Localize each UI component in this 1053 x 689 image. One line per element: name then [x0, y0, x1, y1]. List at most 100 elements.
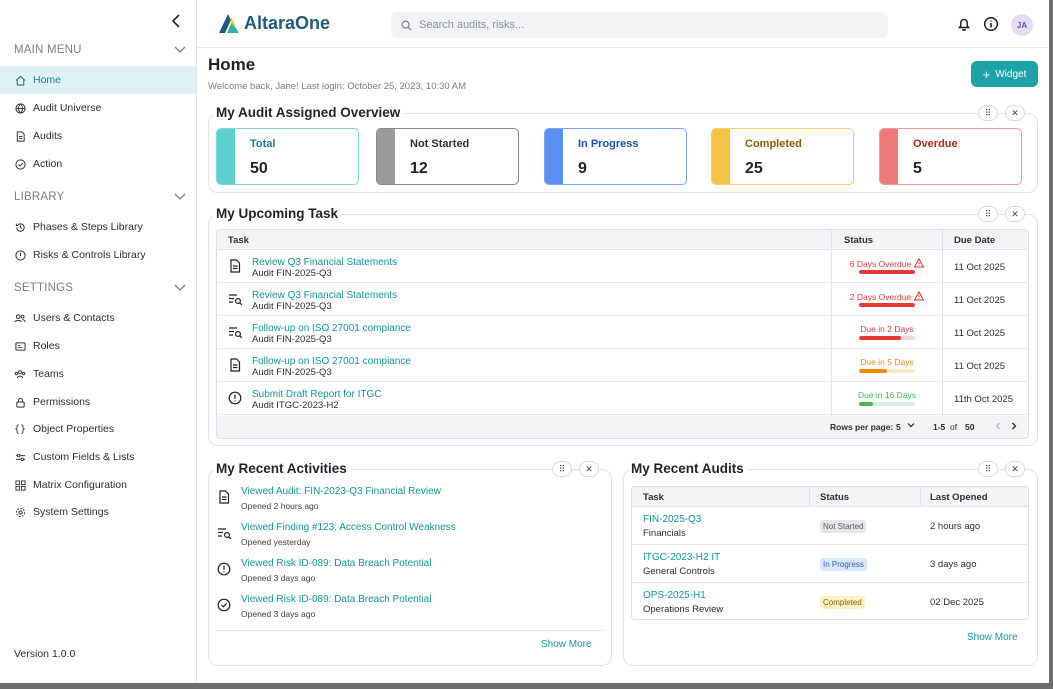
audit-code-link[interactable]: FIN-2025-Q3 — [643, 514, 701, 525]
activity-item[interactable]: Viewed Risk ID-089: Data Breach Potentia… — [216, 557, 604, 589]
activity-link[interactable]: Viewed Finding #123: Access Control Weak… — [241, 522, 456, 533]
user-avatar[interactable]: JA — [1011, 14, 1033, 36]
search-icon — [401, 20, 412, 31]
drag-handle-icon[interactable]: ⠿ — [978, 461, 998, 477]
brand-name: AltaraOne — [244, 12, 331, 33]
chevron-down-icon — [174, 46, 186, 53]
close-widget-icon[interactable]: ✕ — [1005, 105, 1025, 121]
next-page-icon[interactable] — [1009, 421, 1019, 433]
collapse-sidebar-icon[interactable] — [168, 12, 186, 30]
page-total: 50 — [965, 422, 975, 432]
task-link[interactable]: Submit Draft Report for ITGC — [252, 389, 381, 400]
search-bar[interactable] — [391, 12, 888, 38]
last-opened: 02 Dec 2025 — [930, 597, 984, 608]
brand-logo[interactable]: AltaraOne — [217, 12, 330, 34]
stat-card-accent — [217, 129, 235, 184]
stat-card-total[interactable]: Total 50 — [216, 128, 359, 185]
upcoming-task-title: My Upcoming Task — [213, 206, 342, 221]
sidebar-item-phases-steps[interactable]: Phases & Steps Library — [0, 213, 196, 241]
history-icon — [14, 221, 26, 233]
audit-code-link[interactable]: OPS-2025-H1 — [643, 590, 706, 601]
task-link[interactable]: Follow-up on ISO 27001 compiance — [252, 356, 411, 367]
gear-icon — [14, 506, 26, 518]
sidebar-item-permissions[interactable]: Permissions — [0, 388, 196, 416]
section-main-menu[interactable]: MAIN MENU — [14, 41, 186, 59]
task-link[interactable]: Review Q3 Financial Statements — [252, 257, 397, 268]
warning-icon — [913, 257, 925, 270]
task-link[interactable]: Review Q3 Financial Statements — [252, 290, 397, 301]
sidebar-item-label: Users & Contacts — [33, 312, 115, 324]
task-link[interactable]: Follow-up on ISO 27001 compiance — [252, 323, 411, 334]
activity-item[interactable]: Viewed Risk ID-089: Data Breach Potentia… — [216, 593, 604, 625]
sidebar-item-matrix-configuration[interactable]: Matrix Configuration — [0, 471, 196, 499]
home-icon — [14, 74, 26, 86]
notification-bell-icon[interactable] — [956, 16, 972, 32]
activity-item[interactable]: Viewed Finding #123: Access Control Weak… — [216, 521, 604, 553]
sidebar-item-object-properties[interactable]: {} Object Properties — [0, 415, 196, 443]
drag-handle-icon[interactable]: ⠿ — [552, 461, 572, 477]
prev-page-icon[interactable] — [993, 421, 1003, 433]
table-row: FIN-2025-Q3 Financials Not Started 2 hours … — [632, 507, 1028, 545]
sidebar-item-label: Object Properties — [33, 423, 115, 435]
activity-link[interactable]: Viewed Audit: FIN-2023-Q3 Financial Revi… — [241, 486, 441, 497]
activity-item[interactable]: Viewed Audit: FIN-2023-Q3 Financial Revi… — [216, 485, 604, 517]
sidebar-item-custom-fields[interactable]: Custom Fields & Lists — [0, 443, 196, 471]
id-card-icon — [14, 340, 26, 352]
list-search-icon — [217, 526, 232, 543]
sidebar-item-audit-universe[interactable]: Audit Universe — [0, 94, 196, 122]
section-label: MAIN MENU — [14, 44, 82, 56]
status-label: Due in 16 Days — [843, 390, 931, 400]
sidebar-item-action[interactable]: Action — [0, 150, 196, 178]
section-settings[interactable]: SETTINGS — [14, 279, 186, 297]
sidebar-item-users-contacts[interactable]: Users & Contacts — [0, 304, 196, 332]
sidebar-item-roles[interactable]: Roles — [0, 332, 196, 360]
stat-card-value: 25 — [745, 160, 763, 177]
status-progress-bar — [859, 270, 915, 274]
list-search-icon — [228, 325, 243, 342]
activity-link[interactable]: Viewed Risk ID-089: Data Breach Potentia… — [241, 594, 431, 605]
stat-card-overdue[interactable]: Overdue 5 — [879, 128, 1022, 185]
column-header-status[interactable]: Status — [844, 235, 873, 246]
status-text: Due in 2 Days — [860, 324, 914, 334]
sidebar-item-risks-controls[interactable]: Risks & Controls Library — [0, 241, 196, 269]
add-widget-button[interactable]: + Widget — [971, 61, 1038, 87]
close-widget-icon[interactable]: ✕ — [579, 461, 599, 477]
column-header-status[interactable]: Status — [820, 492, 849, 503]
column-header-last-opened[interactable]: Last Opened — [930, 492, 988, 503]
column-header-task[interactable]: Task — [228, 235, 249, 246]
audit-name: Financials — [643, 528, 686, 539]
activities-show-more-link[interactable]: Show More — [541, 639, 592, 650]
close-widget-icon[interactable]: ✕ — [1005, 206, 1025, 222]
column-header-task[interactable]: Task — [643, 492, 664, 503]
stat-card-label: Total — [250, 138, 276, 150]
sidebar-item-system-settings[interactable]: System Settings — [0, 498, 196, 526]
grid-icon — [14, 479, 26, 491]
sidebar-item-teams[interactable]: Teams — [0, 360, 196, 388]
rows-per-page-select[interactable]: 5 — [896, 422, 901, 432]
activity-link[interactable]: Viewed Risk ID-089: Data Breach Potentia… — [241, 558, 431, 569]
drag-handle-icon[interactable]: ⠿ — [978, 105, 998, 121]
sidebar-item-audits[interactable]: Audits — [0, 122, 196, 150]
section-library[interactable]: LIBRARY — [14, 188, 186, 206]
stat-card-label: Overdue — [913, 138, 958, 150]
search-input[interactable] — [419, 19, 869, 31]
app-version: Version 1.0.0 — [14, 648, 76, 660]
drag-handle-icon[interactable]: ⠿ — [978, 206, 998, 222]
due-date: 11 Oct 2025 — [954, 262, 1006, 273]
status-badge: Not Started — [820, 520, 867, 533]
sidebar-item-label: Audit Universe — [33, 102, 102, 114]
close-widget-icon[interactable]: ✕ — [1005, 461, 1025, 477]
chevron-down-icon[interactable] — [906, 420, 916, 432]
stat-card-completed[interactable]: Completed 25 — [711, 128, 854, 185]
info-icon[interactable] — [983, 16, 999, 32]
sidebar-item-label: Action — [33, 158, 63, 170]
stat-card-not-started[interactable]: Not Started 12 — [376, 128, 519, 185]
sidebar-item-home[interactable]: Home — [0, 66, 196, 94]
column-header-due-date[interactable]: Due Date — [954, 235, 995, 246]
audit-code-link[interactable]: ITGC-2023-H2 IT — [643, 552, 720, 563]
stat-card-in-progress[interactable]: In Progress 9 — [544, 128, 687, 185]
audits-show-more-link[interactable]: Show More — [967, 632, 1018, 643]
status-label: Due in 2 Days — [843, 324, 931, 334]
section-label: LIBRARY — [14, 191, 65, 203]
add-widget-label: Widget — [995, 68, 1027, 80]
